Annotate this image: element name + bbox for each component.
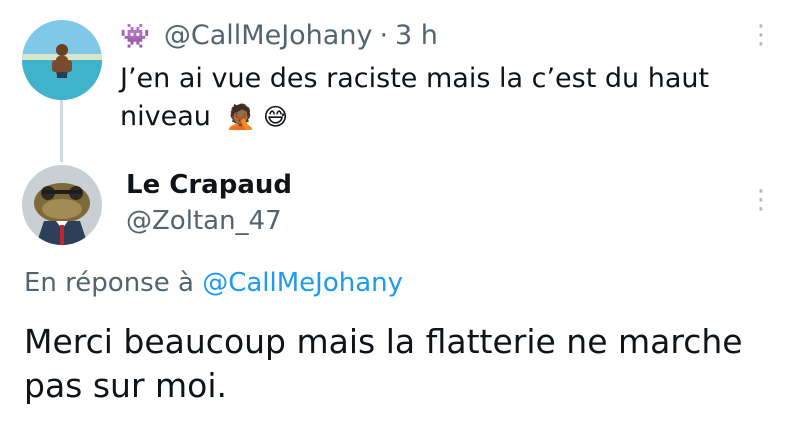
parent-handle[interactable]: @CallMeJohany <box>164 20 373 51</box>
reply-display-name[interactable]: Le Crapaud <box>126 170 292 200</box>
reply-context: En réponse à @CallMeJohany <box>24 268 403 298</box>
alien-monster-icon: 👾 <box>120 21 150 50</box>
reply-avatar[interactable] <box>22 165 102 245</box>
parent-header: 👾 @CallMeJohany · 3 h <box>120 20 438 51</box>
reply-prefix: En réponse à <box>24 268 194 298</box>
reply-handle[interactable]: @Zoltan_47 <box>126 206 282 236</box>
parent-text-body: J’en ai vue des raciste mais la c’est du… <box>120 63 710 132</box>
thread-connector-line <box>60 100 63 162</box>
parent-timestamp[interactable]: 3 h <box>395 20 438 51</box>
parent-avatar[interactable] <box>22 20 102 100</box>
reply-tweet-text: Merci beaucoup mais la flatterie ne marc… <box>24 322 743 405</box>
parent-more-icon[interactable]: ⋮ <box>748 22 774 48</box>
reply-to-handle-link[interactable]: @CallMeJohany <box>202 268 403 298</box>
reply-more-icon[interactable]: ⋮ <box>748 187 774 213</box>
separator-dot: · <box>379 20 389 51</box>
parent-tweet-text: J’en ai vue des raciste mais la c’est du… <box>120 60 740 136</box>
facepalm-sweat-emoji: 🤦🏾 😅 <box>225 103 288 131</box>
